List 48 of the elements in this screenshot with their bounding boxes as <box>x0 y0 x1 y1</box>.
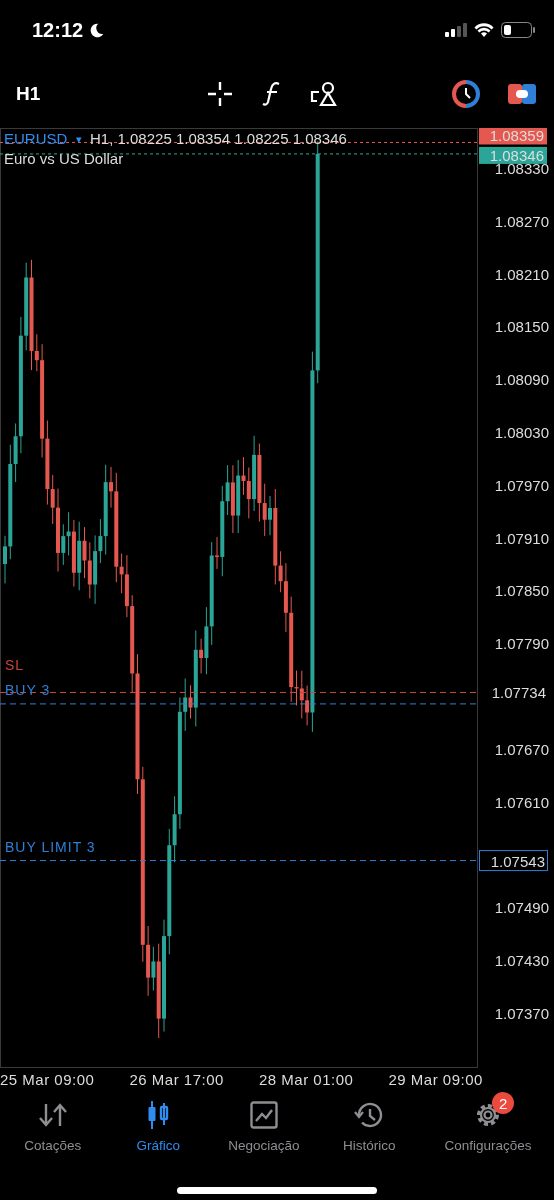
tab-bar-item[interactable]: Cotações <box>0 1090 106 1153</box>
price-tick: 1.07910 <box>494 529 549 547</box>
order-label: BUY LIMIT 3 <box>5 838 96 855</box>
function-icon[interactable] <box>262 81 282 107</box>
price-tick: 1.08150 <box>494 318 549 336</box>
arrows-icon <box>37 1102 68 1128</box>
shapes-icon[interactable] <box>310 80 338 108</box>
price-tick: 1.07790 <box>494 635 549 653</box>
tab-bar-item[interactable]: Gráfico <box>105 1090 212 1153</box>
order-price-label: 1.07543 <box>479 850 548 872</box>
price-tick: 1.07850 <box>494 582 549 600</box>
timeframe-button[interactable]: H1 <box>16 83 41 105</box>
price-tick: 1.07610 <box>494 793 549 811</box>
moon-icon <box>88 21 106 39</box>
price-tick: 1.08030 <box>494 424 549 441</box>
notification-badge: 2 <box>492 1092 515 1114</box>
candles-icon <box>147 1101 170 1129</box>
crosshair-icon[interactable] <box>206 80 234 108</box>
battery-icon <box>501 22 536 38</box>
price-tick: 1.07970 <box>494 476 549 494</box>
time-label: 29 Mar 09:00 <box>388 1070 484 1088</box>
wifi-icon <box>474 22 494 38</box>
chart-icon <box>249 1101 278 1129</box>
bid-price-label: 1.08346 <box>479 146 547 164</box>
price-tick: 1.07490 <box>494 899 549 917</box>
order-price: 1.07734 <box>491 684 546 702</box>
price-tick: 1.07670 <box>494 740 549 758</box>
symbol-description: Euro vs US Dollar <box>4 150 124 167</box>
tab-bar-item[interactable]: Negociação <box>211 1090 317 1153</box>
ohlc-values: H1, 1.08225 1.08354 1.08225 1.08346 <box>90 130 347 147</box>
time-label: 28 Mar 01:00 <box>259 1070 355 1088</box>
signal-icon <box>445 23 467 37</box>
tab-bar-item[interactable]: 2 Configurações <box>422 1090 554 1153</box>
clock-time: 12:12 <box>32 18 84 42</box>
time-label: 25 Mar 09:00 <box>0 1070 96 1088</box>
price-tick: 1.08210 <box>494 265 549 283</box>
clock-circle-icon[interactable] <box>452 80 480 108</box>
history-icon <box>354 1101 385 1129</box>
symbol-selector[interactable]: EURUSD ▾ <box>4 130 82 147</box>
price-tick: 1.08270 <box>494 212 549 230</box>
price-tick: 1.07430 <box>494 952 549 969</box>
time-label: 26 Mar 17:00 <box>129 1070 225 1088</box>
tab-bar-item[interactable]: Histórico <box>316 1090 423 1153</box>
order-label: SL <box>5 657 25 674</box>
ask-price-label: 1.08359 <box>479 128 547 145</box>
price-tick: 1.08090 <box>494 371 549 389</box>
price-tick: 1.07370 <box>494 1004 549 1022</box>
toggle-icon[interactable] <box>508 82 536 106</box>
